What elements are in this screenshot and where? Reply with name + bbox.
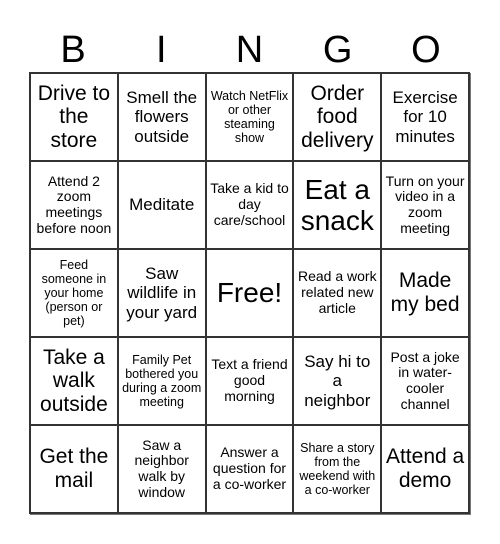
bingo-cell[interactable]: Feed someone in your home (person or pet… — [30, 249, 118, 337]
bingo-cell[interactable]: Meditate — [117, 161, 206, 249]
bingo-cell[interactable]: Saw wildlife in your yard — [117, 249, 206, 337]
header-letter-b: B — [60, 29, 86, 71]
bingo-cell[interactable]: Exercise for 10 minutes — [381, 73, 469, 161]
bingo-cell[interactable]: Read a work related new article — [293, 249, 382, 337]
header-letter-n: N — [235, 29, 264, 71]
bingo-cell[interactable]: Text a friend good morning — [205, 337, 294, 425]
bingo-cell[interactable]: Take a kid to day care/school — [205, 161, 294, 249]
bingo-cell[interactable]: Smell the flowers outside — [117, 73, 206, 161]
header-letter-o: O — [411, 29, 441, 71]
bingo-cell[interactable]: Drive to the store — [30, 73, 118, 161]
bingo-cell[interactable]: Eat a snack — [293, 161, 382, 249]
bingo-cell[interactable]: Post a joke in water-cooler channel — [381, 337, 469, 425]
bingo-grid: Drive to the store Smell the flowers out… — [29, 72, 470, 514]
bingo-cell[interactable]: Order food delivery — [293, 73, 382, 161]
bingo-cell[interactable]: Take a walk outside — [30, 337, 118, 425]
bingo-cell[interactable]: Turn on your video in a zoom meeting — [381, 161, 469, 249]
bingo-cell[interactable]: Attend a demo — [381, 425, 469, 513]
header-letter-i: I — [156, 29, 167, 71]
free-space-cell[interactable]: Free! — [205, 249, 294, 337]
header-letter-g: G — [322, 29, 353, 71]
bingo-header: B I N G O — [29, 28, 470, 72]
bingo-cell[interactable]: Attend 2 zoom meetings before noon — [30, 161, 118, 249]
bingo-cell[interactable]: Answer a question for a co-worker — [205, 425, 294, 513]
bingo-cell[interactable]: Saw a neighbor walk by window — [117, 425, 206, 513]
bingo-cell[interactable]: Watch NetFlix or other steaming show — [205, 73, 294, 161]
bingo-cell[interactable]: Share a story from the weekend with a co… — [293, 425, 382, 513]
bingo-cell[interactable]: Say hi to a neighbor — [293, 337, 382, 425]
bingo-cell[interactable]: Made my bed — [381, 249, 469, 337]
bingo-cell[interactable]: Get the mail — [30, 425, 118, 513]
bingo-cell[interactable]: Family Pet bothered you during a zoom me… — [117, 337, 206, 425]
